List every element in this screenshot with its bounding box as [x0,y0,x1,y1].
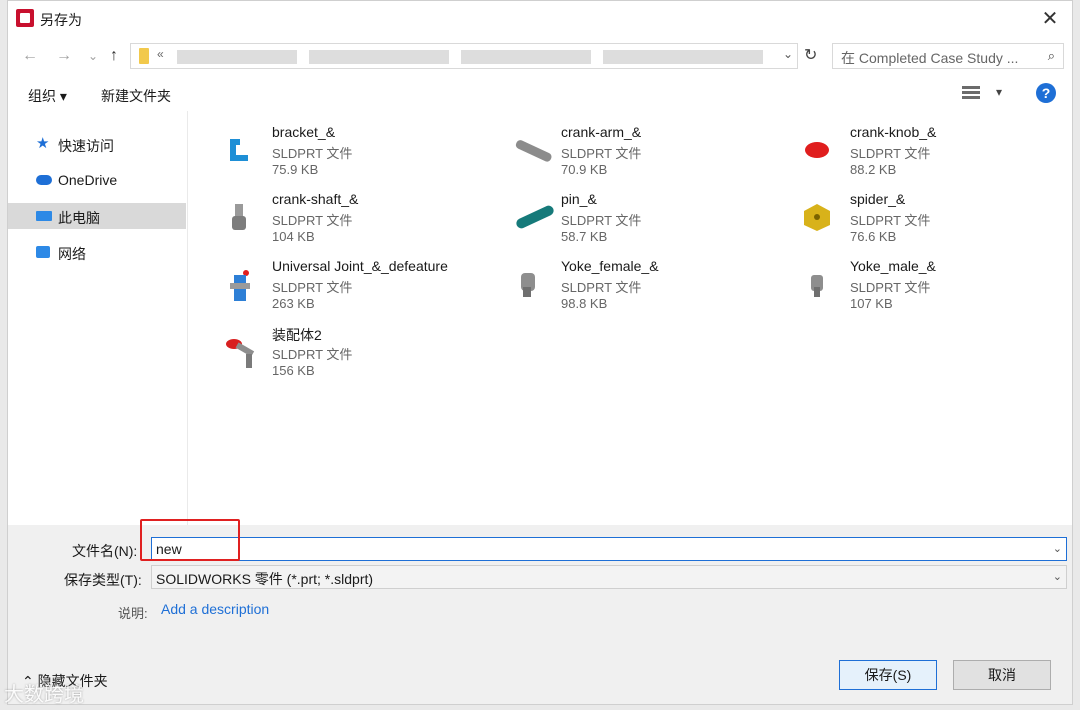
part-thumbnail-icon [513,202,554,232]
refresh-icon[interactable]: ↻ [804,45,817,65]
file-list: bracket_& SLDPRT 文件 75.9 KB crank-arm_& … [188,111,1072,525]
address-row: ← → ⌄ ↑ « ⌄ ↻ 在 Completed Case Study ...… [8,37,1072,77]
file-item[interactable]: Universal Joint_&_defeature SLDPRT 文件 26… [188,255,468,315]
annotation-highlight-box [140,519,240,561]
computer-icon [36,211,52,221]
file-item[interactable]: crank-shaft_& SLDPRT 文件 104 KB [188,188,468,248]
sidebar-item-this-pc[interactable]: 此电脑 [8,203,186,229]
address-bar[interactable]: « ⌄ [130,43,798,69]
chevron-down-icon[interactable]: ⌄ [1053,570,1062,583]
add-description-link[interactable]: Add a description [161,601,269,617]
recent-locations-chevron-icon[interactable]: ⌄ [88,49,98,63]
filename-label: 文件名(N): [72,543,138,559]
part-thumbnail-icon [224,135,254,165]
forward-arrow-icon[interactable]: → [56,47,72,65]
blurred-path-segment [603,50,763,64]
file-item[interactable]: 装配体2 SLDPRT 文件 156 KB [188,322,468,382]
search-icon[interactable]: ⌕ [1048,48,1055,64]
file-item[interactable]: crank-arm_& SLDPRT 文件 70.9 KB [477,121,757,181]
search-placeholder: 在 Completed Case Study ... [841,50,1019,66]
filetype-label: 保存类型(T): [64,572,142,588]
back-arrow-icon[interactable]: ← [22,47,38,65]
sidebar-item-onedrive[interactable]: OneDrive [8,167,186,193]
sidebar-item-quick-access[interactable]: ★ 快速访问 [8,131,186,157]
dialog-title: 另存为 [40,12,82,28]
save-form: 文件名(N): new ⌄ 保存类型(T): SOLIDWORKS 零件 (*.… [8,519,1072,704]
network-icon [36,246,50,258]
cloud-icon [36,175,52,185]
file-item[interactable]: Yoke_female_& SLDPRT 文件 98.8 KB [477,255,757,315]
search-input[interactable]: 在 Completed Case Study ... ⌕ [832,43,1064,69]
navigation-pane: ★ 快速访问 OneDrive 此电脑 网络 [8,111,188,525]
up-arrow-icon[interactable]: ↑ [110,47,118,65]
star-icon: ★ [36,135,50,152]
help-icon[interactable]: ? [1036,83,1056,103]
assembly-thumbnail-icon [224,269,254,301]
title-bar: 另存为 ✕ [8,1,1072,37]
watermark: 大数跨境 [4,684,84,706]
file-item[interactable]: spider_& SLDPRT 文件 76.6 KB [766,188,1046,248]
organize-menu[interactable]: 组织 ▾ [28,86,67,106]
filename-input[interactable]: new ⌄ [151,537,1067,561]
sidebar-item-network[interactable]: 网络 [8,239,186,265]
new-folder-button[interactable]: 新建文件夹 [101,86,171,106]
address-dropdown-icon[interactable]: ⌄ [783,47,793,61]
assembly-thumbnail-icon [224,336,255,368]
close-button[interactable]: ✕ [1028,1,1072,37]
file-item[interactable]: crank-knob_& SLDPRT 文件 88.2 KB [766,121,1046,181]
file-item[interactable]: bracket_& SLDPRT 文件 75.9 KB [188,121,468,181]
filetype-select[interactable]: SOLIDWORKS 零件 (*.prt; *.sldprt) ⌄ [151,565,1067,589]
part-thumbnail-icon [224,202,254,232]
solidworks-app-icon [16,9,34,27]
part-thumbnail-icon [513,135,552,165]
view-dropdown-icon[interactable]: ▾ [996,85,1002,99]
file-item[interactable]: Yoke_male_& SLDPRT 文件 107 KB [766,255,1046,315]
toolbar: 组织 ▾ 新建文件夹 ▾ ? [8,77,1072,112]
file-item[interactable]: pin_& SLDPRT 文件 58.7 KB [477,188,757,248]
save-button[interactable]: 保存(S) [839,660,937,690]
save-as-dialog: 另存为 ✕ ← → ⌄ ↑ « ⌄ ↻ 在 Completed Case Stu… [7,0,1073,705]
part-thumbnail-icon [513,269,543,299]
cancel-button[interactable]: 取消 [953,660,1051,690]
blurred-path-segment [309,50,449,64]
part-thumbnail-icon [802,269,832,299]
view-options-icon[interactable] [962,84,980,102]
blurred-path-segment [177,50,297,64]
folder-icon [139,48,149,64]
blurred-path-segment [461,50,591,64]
part-thumbnail-icon [802,202,832,232]
chevron-down-icon[interactable]: ⌄ [1053,542,1062,555]
breadcrumb-overflow-icon[interactable]: « [157,47,164,61]
description-label: 说明: [118,606,148,621]
part-thumbnail-icon [802,135,832,165]
